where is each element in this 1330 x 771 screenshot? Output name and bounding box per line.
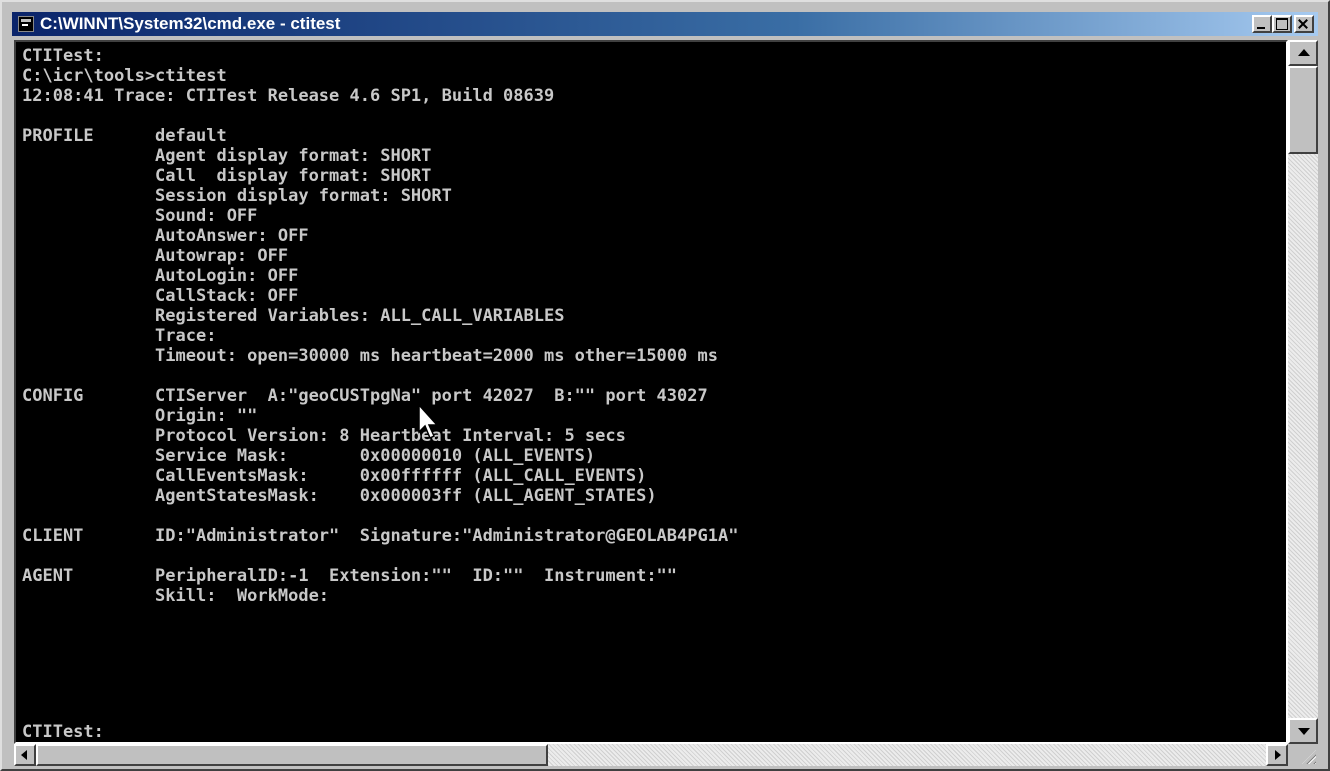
console-line: Trace: bbox=[22, 326, 217, 346]
cmd-window: C:\WINNT\System32\cmd.exe - ctitest CTIT… bbox=[0, 0, 1330, 771]
scroll-up-icon[interactable] bbox=[1288, 40, 1318, 66]
console-line: Skill: WorkMode: bbox=[22, 586, 330, 606]
mouse-pointer-icon bbox=[418, 404, 439, 440]
console-line: AGENT PeripheralID:-1 Extension:"" ID:""… bbox=[22, 566, 678, 586]
title-bar[interactable]: C:\WINNT\System32\cmd.exe - ctitest bbox=[12, 12, 1318, 36]
horizontal-scroll-thumb[interactable] bbox=[36, 744, 548, 766]
console-line: CTITest: bbox=[22, 46, 104, 66]
console-line: Session display format: SHORT bbox=[22, 186, 452, 206]
console-line: Protocol Version: 8 Heartbeat Interval: … bbox=[22, 426, 626, 446]
scroll-down-icon[interactable] bbox=[1288, 718, 1318, 744]
cmd-window-icon[interactable] bbox=[18, 16, 34, 32]
console-line: C:\icr\tools>ctitest bbox=[22, 66, 227, 86]
window-title: C:\WINNT\System32\cmd.exe - ctitest bbox=[40, 14, 341, 33]
console-line: 12:08:41 Trace: CTITest Release 4.6 SP1,… bbox=[22, 86, 555, 106]
vertical-scrollbar[interactable] bbox=[1288, 40, 1318, 744]
console-line: Sound: OFF bbox=[22, 206, 258, 226]
scroll-left-icon[interactable] bbox=[14, 744, 36, 766]
console-line: Origin: "" bbox=[22, 406, 258, 426]
console-line: Timeout: open=30000 ms heartbeat=2000 ms… bbox=[22, 346, 718, 366]
resize-grip-icon[interactable] bbox=[1288, 744, 1318, 766]
console-line: AutoAnswer: OFF bbox=[22, 226, 309, 246]
minimize-icon[interactable] bbox=[1252, 15, 1272, 33]
console-line: Call display format: SHORT bbox=[22, 166, 432, 186]
console-line: CallEventsMask: 0x00ffffff (ALL_CALL_EVE… bbox=[22, 466, 647, 486]
console-output[interactable]: CTITest: C:\icr\tools>ctitest 12:08:41 T… bbox=[14, 40, 1288, 744]
console-line: CLIENT ID:"Administrator" Signature:"Adm… bbox=[22, 526, 739, 546]
close-icon[interactable] bbox=[1294, 15, 1314, 33]
console-line: Agent display format: SHORT bbox=[22, 146, 432, 166]
scroll-right-icon[interactable] bbox=[1266, 744, 1288, 766]
maximize-icon[interactable] bbox=[1272, 15, 1292, 33]
console-line: Service Mask: 0x00000010 (ALL_EVENTS) bbox=[22, 446, 596, 466]
vertical-scroll-thumb[interactable] bbox=[1288, 66, 1318, 154]
console-line: Autowrap: OFF bbox=[22, 246, 289, 266]
horizontal-scrollbar[interactable] bbox=[14, 744, 1288, 766]
console-line: CONFIG CTIServer A:"geoCUSTpgNa" port 42… bbox=[22, 386, 708, 406]
console-line: Registered Variables: ALL_CALL_VARIABLES bbox=[22, 306, 565, 326]
console-prompt[interactable]: CTITest: bbox=[22, 722, 104, 742]
console-line: PROFILE default bbox=[22, 126, 227, 146]
console-line: AgentStatesMask: 0x000003ff (ALL_AGENT_S… bbox=[22, 486, 657, 506]
console-line: CallStack: OFF bbox=[22, 286, 299, 306]
console-line: AutoLogin: OFF bbox=[22, 266, 299, 286]
